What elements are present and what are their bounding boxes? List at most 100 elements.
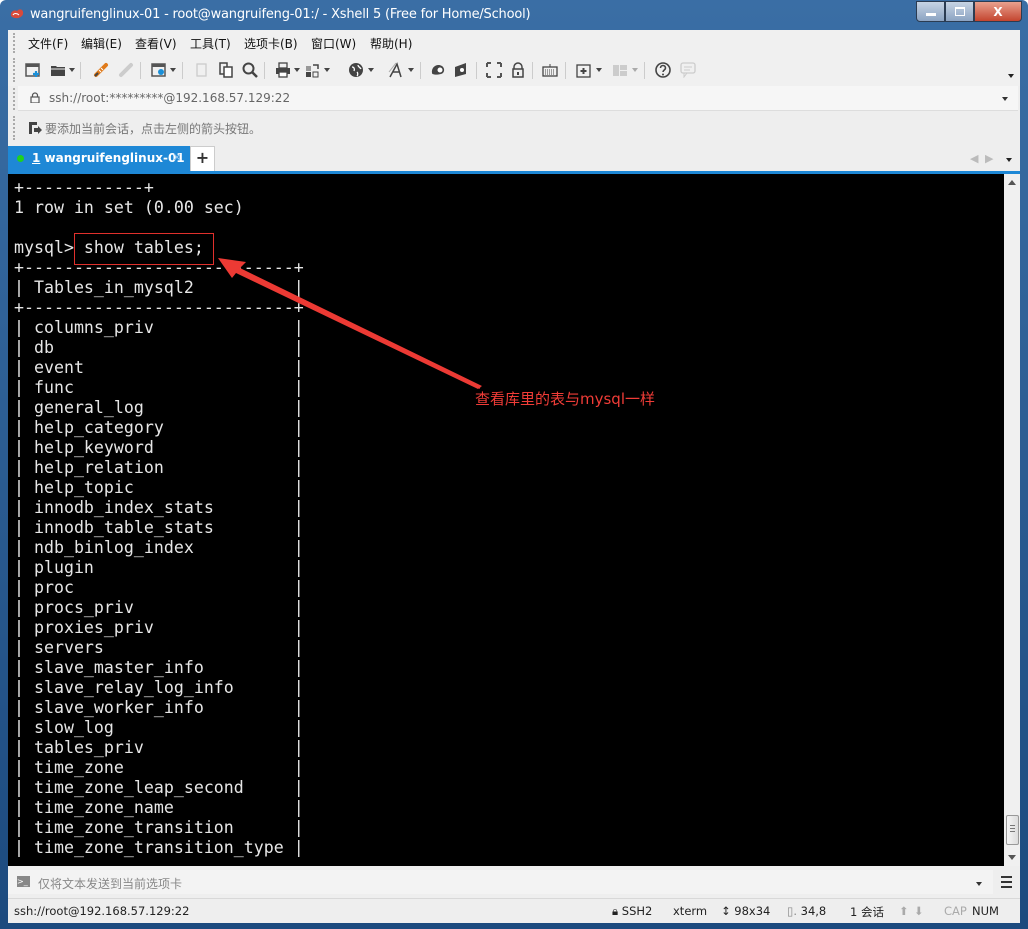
status-cap: CAP <box>944 904 967 918</box>
sessionbar-grip[interactable] <box>13 116 17 140</box>
status-cursor: ▯. 34,8 <box>787 904 827 918</box>
minimize-icon <box>925 12 936 16</box>
status-num: NUM <box>972 904 999 918</box>
scroll-up-icon[interactable] <box>1008 180 1016 185</box>
lock-icon <box>30 92 40 103</box>
menu-bar: 文件(F) 编辑(E) 查看(V) 工具(T) 选项卡(B) 窗口(W) 帮助(… <box>8 30 1020 54</box>
toolbar-separator <box>565 62 566 79</box>
close-icon: X <box>993 4 1003 19</box>
help-icon[interactable] <box>655 62 671 78</box>
address-dropdown[interactable] <box>1002 97 1008 101</box>
compose-bar: >_ 仅将文本发送到当前选项卡 <box>8 868 1020 896</box>
minimize-button[interactable] <box>916 1 945 22</box>
add-session-arrow-icon[interactable] <box>28 121 42 135</box>
find-icon[interactable] <box>242 62 258 78</box>
terminal-prompt-icon: >_ <box>17 876 30 887</box>
fullscreen-icon[interactable] <box>486 62 502 78</box>
properties-dropdown[interactable] <box>170 68 176 72</box>
print-icon[interactable] <box>275 62 291 78</box>
toolbar-separator <box>476 62 477 79</box>
terminal-scrollbar[interactable] <box>1004 174 1020 866</box>
xshell-logo-icon <box>10 9 24 19</box>
tab-list-dropdown[interactable] <box>1006 158 1012 162</box>
menu-tabs[interactable]: 选项卡(B) <box>244 35 298 52</box>
compose-input[interactable]: >_ 仅将文本发送到当前选项卡 <box>8 870 993 894</box>
menu-help[interactable]: 帮助(H) <box>370 35 412 52</box>
xftp-icon[interactable] <box>430 62 446 78</box>
new-tab-button[interactable]: + <box>190 146 215 171</box>
paste-icon[interactable] <box>218 62 234 78</box>
status-sessions: 1 会话 <box>850 905 884 919</box>
menu-tools[interactable]: 工具(T) <box>190 35 231 52</box>
chat-icon[interactable] <box>680 62 696 78</box>
disconnect-icon[interactable] <box>118 62 134 78</box>
connected-status-icon <box>17 155 24 162</box>
toolbar-separator <box>140 62 141 79</box>
title-bar[interactable]: wangruifenglinux-01 - root@wangruifeng-0… <box>0 0 1028 30</box>
lock-icon[interactable] <box>510 62 526 78</box>
cursor-position-icon: ▯. <box>787 904 797 918</box>
keyboard-icon[interactable] <box>542 62 558 78</box>
menu-window[interactable]: 窗口(W) <box>311 35 356 52</box>
session-bar: 要添加当前会话，点击左侧的箭头按钮。 <box>8 114 1020 142</box>
compose-placeholder: 仅将文本发送到当前选项卡 <box>38 877 183 891</box>
maximize-button[interactable] <box>945 1 974 22</box>
status-connection: ssh://root@192.168.57.129:22 <box>14 904 190 918</box>
toolbar-separator <box>80 62 81 79</box>
connect-icon[interactable] <box>93 62 109 78</box>
address-input[interactable]: ssh://root:*********@192.168.57.129:22 <box>49 91 290 105</box>
menu-file[interactable]: 文件(F) <box>28 35 68 52</box>
tab-label: 1 wangruifenglinux-01 <box>32 151 185 165</box>
open-folder-icon[interactable] <box>50 62 66 78</box>
font-icon[interactable] <box>388 62 404 78</box>
session-properties-icon[interactable] <box>151 62 167 78</box>
copy-icon[interactable] <box>194 62 210 78</box>
print-dropdown[interactable] <box>294 68 300 72</box>
layout-icon[interactable] <box>612 62 628 78</box>
tab-session-1[interactable]: 1 wangruifenglinux-01 × <box>8 146 190 171</box>
client-area: 文件(F) 编辑(E) 查看(V) 工具(T) 选项卡(B) 窗口(W) 帮助(… <box>8 30 1020 923</box>
new-session-icon[interactable] <box>25 62 41 78</box>
open-dropdown[interactable] <box>69 68 75 72</box>
tab-prev-button[interactable]: ◀ <box>970 152 978 165</box>
scroll-down-icon[interactable] <box>1008 855 1016 860</box>
lock-icon: 🔒︎ <box>612 904 619 918</box>
transfer-dropdown[interactable] <box>324 68 330 72</box>
tab-bar: 1 wangruifenglinux-01 × + ◀ ▶ <box>8 146 1020 171</box>
tab-close-icon[interactable]: × <box>172 150 182 164</box>
session-hint: 要添加当前会话，点击左侧的箭头按钮。 <box>45 122 262 136</box>
session-down-icon[interactable]: ⬇ <box>914 904 924 918</box>
addressbar-grip[interactable] <box>13 88 17 110</box>
toolbar-separator <box>420 62 421 79</box>
globe-dropdown[interactable] <box>368 68 374 72</box>
address-bar[interactable]: ssh://root:*********@192.168.57.129:22 <box>18 86 1018 111</box>
compose-dropdown[interactable] <box>976 882 982 886</box>
tab-next-button[interactable]: ▶ <box>985 152 993 165</box>
xmanager-icon[interactable] <box>454 62 470 78</box>
terminal-view[interactable]: +------------+ 1 row in set (0.00 sec) m… <box>8 174 1004 866</box>
xshell-window: wangruifenglinux-01 - root@wangruifeng-0… <box>0 0 1028 929</box>
toolbar-separator <box>532 62 533 79</box>
status-protocol: 🔒︎ SSH2 <box>612 904 653 918</box>
menu-view[interactable]: 查看(V) <box>135 35 177 52</box>
toolbar-separator <box>264 62 265 79</box>
menu-edit[interactable]: 编辑(E) <box>81 35 122 52</box>
layout-dropdown[interactable] <box>632 68 638 72</box>
annotation-text: 查看库里的表与mysql一样 <box>475 390 655 408</box>
font-dropdown[interactable] <box>408 68 414 72</box>
status-size: ↕ 98x34 <box>721 904 771 918</box>
compose-menu-icon[interactable] <box>1001 876 1012 891</box>
tab-group-dropdown[interactable] <box>596 68 602 72</box>
terminal-output[interactable]: +------------+ 1 row in set (0.00 sec) m… <box>14 178 304 858</box>
menubar-grip[interactable] <box>13 33 17 53</box>
session-up-icon[interactable]: ⬆ <box>899 904 909 918</box>
globe-icon[interactable] <box>348 62 364 78</box>
new-tab-group-icon[interactable] <box>576 62 592 78</box>
scrollbar-thumb[interactable] <box>1006 815 1019 845</box>
transfer-icon[interactable] <box>305 62 321 78</box>
toolbar-grip[interactable] <box>13 58 17 82</box>
status-bar: ssh://root@192.168.57.129:22 🔒︎ SSH2 xte… <box>8 898 1020 923</box>
close-button[interactable]: X <box>974 1 1022 22</box>
toolbar-overflow-button[interactable] <box>1008 74 1014 78</box>
toolbar-separator <box>644 62 645 79</box>
